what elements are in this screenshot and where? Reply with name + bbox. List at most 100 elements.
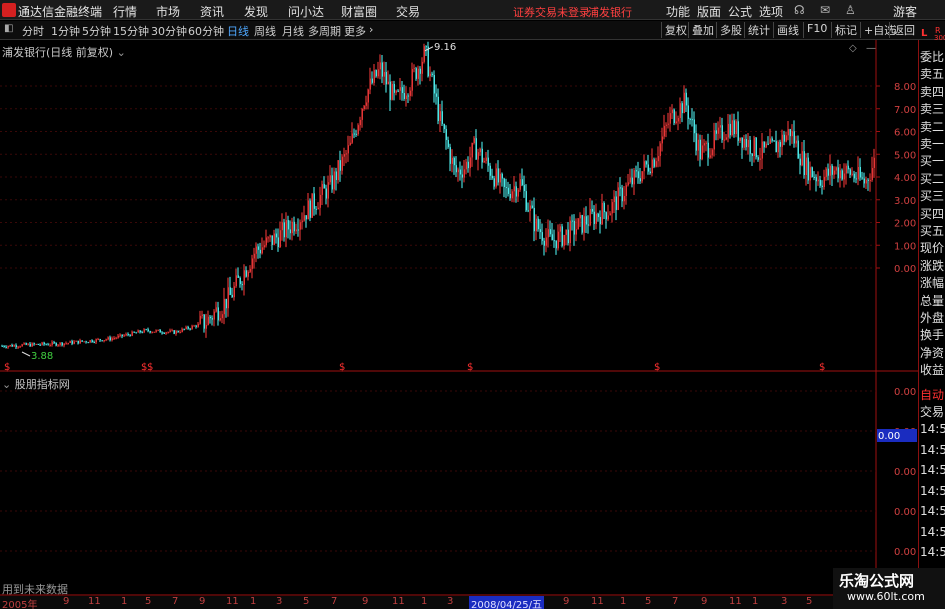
candle-body — [743, 139, 745, 148]
candle-body — [253, 253, 255, 259]
candle-body — [195, 325, 197, 327]
candle-body — [699, 139, 701, 160]
candle-body — [391, 83, 393, 100]
minus-icon[interactable]: — — [866, 43, 876, 54]
candle-body — [801, 151, 803, 166]
date-tick: 5 — [303, 596, 310, 607]
candle-body — [177, 331, 179, 333]
candle-body — [661, 136, 663, 144]
candle-body — [463, 169, 465, 178]
candle-body — [191, 325, 193, 329]
trade-time: 14:56 — [920, 483, 945, 498]
diamond-icon[interactable]: ◇ — [849, 43, 857, 54]
candle-body — [209, 316, 211, 319]
candle-body — [871, 167, 873, 181]
candle-body — [781, 134, 783, 147]
quote-label: 涨幅 — [920, 276, 945, 291]
candle-body — [565, 229, 567, 235]
candle-body — [83, 341, 85, 343]
indicator-tick-label: 0.00 — [894, 387, 916, 398]
price-tick-label: 5.00 — [894, 150, 916, 161]
candle-body — [363, 105, 365, 110]
candle-body — [155, 330, 157, 332]
candle-body — [283, 222, 285, 238]
candle-body — [499, 173, 501, 183]
trade-time: 14:56 — [920, 463, 945, 477]
candle-body — [721, 125, 723, 140]
candle-body — [407, 95, 409, 97]
candle-body — [655, 161, 657, 167]
candle-body — [575, 229, 577, 235]
auto-trade-label[interactable]: 自动 — [920, 386, 944, 403]
candle-body — [779, 141, 781, 147]
candle-body — [31, 343, 33, 347]
candle-body — [725, 137, 727, 140]
candle-body — [255, 246, 257, 254]
candle-body — [633, 170, 635, 185]
quote-label: 买一 — [920, 154, 945, 169]
candle-body — [607, 215, 609, 220]
candle-body — [423, 46, 425, 62]
chevron-down-icon[interactable]: ⌄ — [117, 46, 126, 59]
candle-body — [503, 178, 505, 188]
candle-body — [647, 164, 649, 172]
indicator-axis: 0.000.000.000.000.000.00 — [877, 387, 917, 558]
price-tick-label: 1.00 — [894, 241, 916, 252]
candle-body — [765, 143, 767, 148]
candle-body — [859, 167, 861, 178]
candle-body — [837, 167, 839, 179]
candle-body — [769, 138, 771, 144]
candle-body — [817, 179, 819, 182]
kline-chart[interactable]: $ $ $ $ $ $ $ 8.007.006.005.004.003.002.001.00… — [0, 0, 918, 596]
candle-body — [525, 191, 527, 211]
candle-body — [103, 340, 105, 342]
candle-body — [261, 247, 263, 254]
candle-body — [441, 111, 443, 124]
candle-body — [1, 345, 3, 347]
candle-body — [469, 157, 471, 169]
trade-time: 14:56 — [920, 442, 945, 457]
candle-body — [175, 331, 177, 334]
candle-body — [601, 202, 603, 225]
candle-body — [657, 156, 659, 162]
candle-body — [233, 286, 235, 298]
candle-body — [813, 176, 815, 178]
price-tick-label: 3.00 — [894, 196, 916, 207]
candle-body — [303, 215, 305, 221]
candle-body — [149, 331, 151, 333]
candle-body — [735, 121, 737, 135]
candle-body — [11, 344, 13, 347]
candle-body — [747, 139, 749, 148]
candle-body — [205, 324, 207, 329]
candle-body — [339, 160, 341, 171]
candle-body — [557, 231, 559, 249]
candles — [1, 41, 875, 349]
candle-body — [745, 139, 747, 148]
date-tick: 5 — [145, 596, 152, 607]
candle-body — [321, 184, 323, 195]
candle-body — [823, 176, 825, 187]
chevron-down-icon[interactable]: ⌄ — [2, 378, 11, 391]
candle-body — [597, 213, 599, 218]
candle-body — [115, 337, 117, 339]
candle-body — [161, 332, 163, 334]
auto-trade-label[interactable]: 交易 — [920, 403, 944, 420]
candle-body — [45, 344, 47, 346]
date-tick: 2005年 — [2, 600, 38, 609]
candle-body — [387, 81, 389, 85]
candle-body — [317, 207, 319, 210]
date-tick: 11 — [729, 596, 742, 607]
candle-body — [599, 217, 601, 225]
candle-body — [829, 165, 831, 176]
candle-body — [87, 342, 89, 344]
candle-body — [611, 202, 613, 214]
candle-body — [153, 331, 155, 333]
candle-body — [493, 178, 495, 187]
candle-body — [707, 142, 709, 158]
candle-body — [543, 240, 545, 246]
candle-body — [327, 182, 329, 199]
candle-body — [555, 240, 557, 249]
candle-body — [549, 229, 551, 235]
candle-body — [315, 208, 317, 210]
candle-body — [545, 237, 547, 246]
